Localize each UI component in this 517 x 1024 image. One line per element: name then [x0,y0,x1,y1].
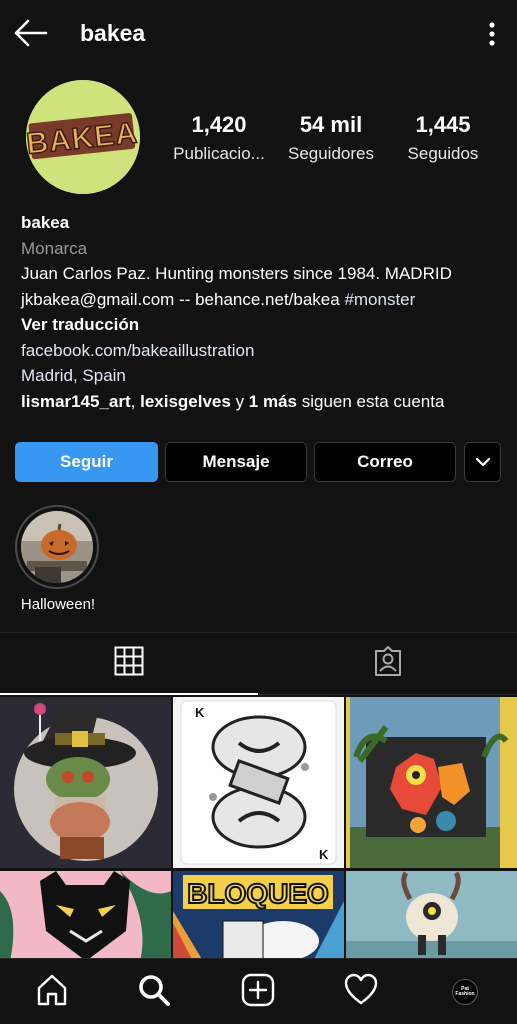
add-post-icon [241,973,275,1012]
bio-line: Juan Carlos Paz. Hunting monsters since … [21,264,452,283]
hashtag-link[interactable]: #monster [344,290,415,309]
more-vertical-icon[interactable] [480,20,504,48]
posts-count[interactable]: 1,420 Publicacio... [168,112,270,164]
translate-link[interactable]: Ver traducción [21,312,511,338]
separator-text: , [130,391,141,411]
nav-activity[interactable] [341,973,381,1011]
story-highlight[interactable] [15,505,99,589]
grid-icon [114,646,144,681]
svg-text:K: K [319,847,329,862]
profile-tabs [0,632,517,695]
post-thumbnail[interactable] [346,871,517,961]
post-lettering: BLOQUEO [187,878,329,909]
follow-button[interactable]: Seguir [15,442,158,482]
bottom-navigation: Pat Fashion [0,958,517,1024]
stat-value: 1,420 [191,112,247,137]
post-thumbnail[interactable]: K K [173,697,344,868]
bio-contact-line: jkbakea@gmail.com -- behance.net/bakea #… [21,287,511,313]
nav-search[interactable] [134,973,174,1011]
profile-name: bakea [21,213,70,232]
tab-posts-grid[interactable] [0,633,258,695]
profile-avatar-small: Pat Fashion [452,979,478,1005]
post-thumbnail[interactable]: BLOQUEO [173,871,344,961]
stat-label: Seguidos [407,144,479,163]
website-link[interactable]: facebook.com/bakeaillustration [21,338,511,364]
more-followers[interactable]: 1 más [249,392,297,411]
followed-by[interactable]: lismar145_art, lexisgelves y 1 más sigue… [21,389,511,415]
followers-count[interactable]: 54 mil Seguidores [282,112,380,164]
post-thumbnail[interactable] [0,871,171,961]
conjunction-text: y [230,391,249,411]
stat-label: Publicacio... [173,144,265,163]
arrow-left-icon[interactable] [12,16,50,50]
follower-username[interactable]: lexisgelves [140,392,231,411]
post-thumbnail[interactable] [0,697,171,868]
bio-contact-text: jkbakea@gmail.com -- behance.net/bakea [21,289,345,309]
page-title: bakea [80,20,146,46]
highlight-label: Halloween! [20,596,96,613]
stat-value: 1,445 [415,112,471,137]
follower-username[interactable]: lismar145_art [21,392,131,411]
svg-text:K: K [195,705,205,720]
profile-category: Monarca [21,238,88,258]
top-bar: bakea [0,0,517,68]
home-icon [35,973,69,1012]
followed-by-tail: siguen esta cuenta [297,391,445,411]
profile-avatar[interactable]: BAKEA [26,80,140,194]
tab-tagged[interactable] [258,633,517,695]
chevron-down-icon [475,452,491,472]
heart-icon [344,973,378,1012]
profile-bio: bakea Monarca Juan Carlos Paz. Hunting m… [21,210,511,414]
tagged-person-icon [372,645,404,682]
stat-label: Seguidores [287,144,374,163]
message-button[interactable]: Mensaje [165,442,307,482]
nav-new-post[interactable] [238,973,278,1011]
suggested-accounts-button[interactable] [464,442,501,482]
highlight-thumbnail [21,511,93,583]
email-button[interactable]: Correo [314,442,456,482]
nav-home[interactable] [32,973,72,1011]
search-icon [137,973,171,1012]
location-link[interactable]: Madrid, Spain [21,363,511,389]
stat-value: 54 mil [299,112,363,137]
following-count[interactable]: 1,445 Seguidos [400,112,486,164]
nav-profile[interactable]: Pat Fashion [445,973,485,1011]
post-thumbnail[interactable] [346,697,517,868]
